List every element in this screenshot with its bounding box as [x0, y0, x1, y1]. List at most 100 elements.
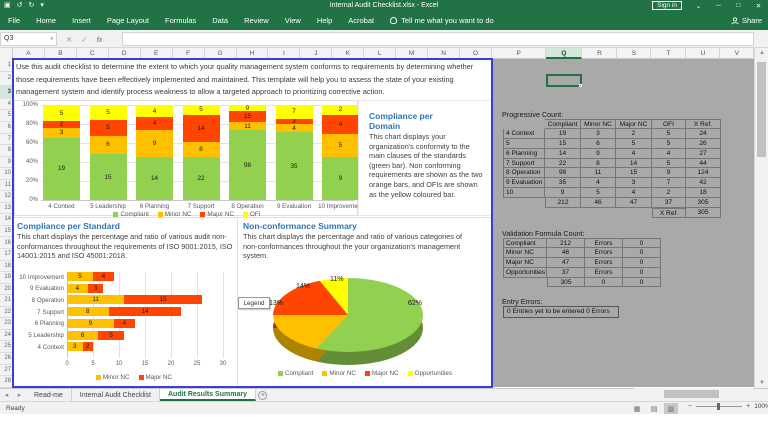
ribbon-tab-home[interactable]: Home — [28, 11, 64, 30]
ribbon-tab-insert[interactable]: Insert — [64, 11, 99, 30]
validation-cell[interactable]: Errors — [585, 247, 623, 258]
maximize-icon[interactable]: □ — [729, 0, 748, 11]
row-header-24[interactable]: 24 — [0, 330, 13, 342]
column-header-S[interactable]: S — [617, 48, 652, 59]
ribbon-tab-file[interactable]: File — [0, 11, 28, 30]
name-box[interactable]: Q3 ▾ — [0, 32, 57, 46]
row-header-21[interactable]: 21 — [0, 295, 13, 307]
validation-cell[interactable]: 0 — [623, 277, 661, 288]
validation-cell[interactable]: 0 — [623, 267, 661, 278]
ribbon-display-options-icon[interactable]: ⌄ — [689, 0, 708, 11]
row-header-6[interactable]: 6 — [0, 122, 13, 134]
progressive-cell[interactable]: 18 — [686, 188, 721, 199]
progressive-cell[interactable]: 26 — [686, 138, 721, 149]
row-header-18[interactable]: 18 — [0, 261, 13, 273]
progressive-cell[interactable]: 5 — [581, 188, 616, 199]
scroll-down-icon[interactable]: ▼ — [755, 380, 768, 386]
progressive-cell[interactable]: 124 — [686, 168, 721, 179]
progressive-cell[interactable]: 22 — [545, 158, 581, 169]
row-header-5[interactable]: 5 — [0, 110, 13, 122]
scroll-up-icon[interactable]: ▲ — [755, 50, 768, 56]
row-header-15[interactable]: 15 — [0, 226, 13, 238]
chart-nc-summary-pie[interactable]: 62% 13% 14% 11% — [260, 268, 436, 368]
progressive-cell[interactable]: Major NC — [616, 119, 652, 129]
horizontal-scrollbar[interactable] — [634, 388, 754, 401]
validation-cell[interactable]: Minor NC — [503, 247, 547, 258]
column-header-J[interactable]: J — [300, 48, 333, 59]
progressive-cell[interactable]: 305 — [686, 198, 721, 209]
column-header-Q[interactable]: Q — [546, 48, 583, 59]
formula-input[interactable] — [122, 32, 754, 46]
insert-function-icon[interactable]: fx — [97, 35, 103, 44]
ribbon-tab-page-layout[interactable]: Page Layout — [99, 11, 157, 30]
progressive-cell[interactable]: 305 — [686, 208, 721, 218]
row-header-9[interactable]: 9 — [0, 157, 13, 169]
row-header-2[interactable]: 2 — [0, 72, 13, 86]
vertical-scrollbar-thumb[interactable] — [757, 62, 766, 157]
row-header-8[interactable]: 8 — [0, 145, 13, 157]
progressive-cell[interactable]: 4 — [616, 188, 652, 199]
progressive-cell[interactable]: 8 Operation — [503, 168, 545, 179]
column-header-K[interactable]: K — [332, 48, 365, 59]
legend-floating-button[interactable]: Legend — [238, 297, 270, 309]
row-header-12[interactable]: 12 — [0, 191, 13, 203]
validation-cell[interactable]: Errors — [585, 238, 623, 248]
progressive-cell[interactable]: 19 — [545, 128, 581, 139]
progressive-cell[interactable]: 4 — [581, 178, 616, 189]
column-header-E[interactable]: E — [141, 48, 173, 59]
progressive-cell[interactable]: 42 — [686, 178, 721, 189]
column-header-T[interactable]: T — [651, 48, 687, 59]
progressive-cell[interactable]: 8 — [581, 158, 616, 169]
row-header-1[interactable]: 1 — [0, 59, 13, 73]
progressive-cell[interactable]: 4 — [616, 148, 652, 159]
validation-cell[interactable]: 37 — [547, 267, 585, 278]
page-break-preview-icon[interactable]: ▥ — [664, 403, 678, 414]
validation-cell[interactable]: 46 — [547, 247, 585, 258]
progressive-cell[interactable]: 35 — [545, 178, 581, 189]
validation-cell[interactable]: 47 — [547, 257, 585, 268]
progressive-cell[interactable]: 3 — [616, 178, 652, 189]
sheet-tab-internal-audit-checklist[interactable]: Internal Audit Checklist — [72, 389, 160, 401]
row-header-26[interactable]: 26 — [0, 353, 13, 365]
progressive-cell[interactable] — [545, 208, 581, 218]
progressive-cell[interactable]: 14 — [616, 158, 652, 169]
progressive-cell[interactable]: 44 — [686, 158, 721, 169]
share-button[interactable]: Share — [731, 11, 762, 30]
name-box-dropdown-icon[interactable]: ▾ — [50, 36, 53, 42]
zoom-slider-thumb[interactable] — [717, 403, 721, 410]
progressive-cell[interactable]: 10 Improvement — [503, 188, 545, 199]
validation-cell[interactable]: Errors — [585, 257, 623, 268]
row-header-28[interactable]: 28 — [0, 376, 13, 388]
row-header-10[interactable]: 10 — [0, 168, 13, 180]
progressive-cell[interactable]: Compliant — [545, 119, 581, 129]
progressive-cell[interactable]: X Ref. — [686, 119, 721, 129]
progressive-cell[interactable]: 4 — [652, 148, 686, 159]
progressive-cell[interactable]: 5 — [652, 128, 686, 139]
column-header-C[interactable]: C — [77, 48, 109, 59]
intro-text-cell[interactable]: Use this audit checklist to determine th… — [16, 61, 487, 99]
progressive-cell[interactable]: Minor NC — [581, 119, 616, 129]
zoom-slider[interactable] — [696, 403, 743, 410]
row-header-14[interactable]: 14 — [0, 214, 13, 226]
validation-cell[interactable]: 305 — [547, 277, 585, 288]
column-header-P[interactable]: P — [492, 48, 547, 59]
column-header-L[interactable]: L — [364, 48, 397, 59]
progressive-cell[interactable]: 3 — [581, 128, 616, 139]
sign-in-button[interactable]: Sign in — [652, 1, 682, 10]
select-all-corner[interactable] — [0, 48, 13, 59]
row-header-11[interactable]: 11 — [0, 180, 13, 192]
cancel-icon[interactable]: ✕ — [66, 35, 72, 44]
progressive-cell[interactable] — [581, 208, 616, 218]
validation-cell[interactable]: 212 — [547, 238, 585, 248]
chart-compliance-per-standard[interactable]: 0 5 10 15 20 25 30 10 Improvement 5 4 9 Evaluation… — [14, 266, 236, 386]
column-header-D[interactable]: D — [109, 48, 141, 59]
enter-icon[interactable]: ✓ — [81, 35, 87, 44]
progressive-cell[interactable]: 27 — [686, 148, 721, 159]
column-header-N[interactable]: N — [428, 48, 460, 59]
column-header-R[interactable]: R — [582, 48, 618, 59]
page-layout-view-icon[interactable]: ▤ — [647, 403, 661, 414]
progressive-cell[interactable]: 98 — [545, 168, 581, 179]
column-header-V[interactable]: V — [720, 48, 755, 59]
progressive-cell[interactable]: 9 Evaluation — [503, 178, 545, 189]
progressive-cell[interactable]: 5 — [652, 138, 686, 149]
